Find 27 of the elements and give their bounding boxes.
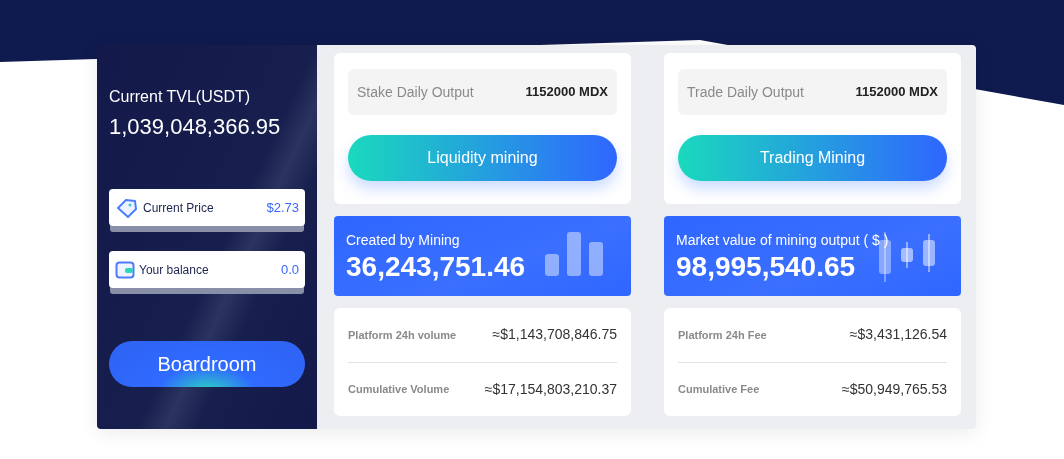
tag-icon: [115, 196, 139, 219]
output-label: Trade Daily Output: [687, 82, 804, 102]
metric-value: ≈$17,154,803,210.37: [484, 379, 617, 399]
metric-value: ≈$3,431,126.54: [849, 325, 947, 345]
stat-value: $2.73: [266, 198, 299, 217]
mining-label: Market value of mining output ( $ ): [676, 231, 889, 249]
output-value: 1152000 MDX: [525, 83, 608, 102]
mining-label: Created by Mining: [346, 231, 460, 249]
metric-label: Platform 24h volume: [348, 327, 457, 343]
metric-label: Cumulative Volume: [348, 382, 450, 397]
output-value: 1152000 MDX: [855, 83, 938, 102]
stat-label: Your balance: [139, 261, 210, 279]
wallet-icon: [115, 259, 135, 280]
mining-value: 98,995,540.65: [676, 250, 856, 284]
mining-button[interactable]: Trading Mining: [678, 135, 947, 181]
tvl-label: Current TVL(USDT): [109, 87, 252, 107]
mining-button[interactable]: Liquidity mining: [348, 135, 617, 181]
stat-label: Current Price: [143, 199, 215, 217]
output-label: Stake Daily Output: [357, 82, 474, 102]
boardroom-button[interactable]: Boardroom: [109, 341, 305, 387]
mining-value: 36,243,751.46: [346, 250, 526, 284]
metric-value: ≈$50,949,765.53: [842, 379, 947, 399]
stat-value: 0.0: [280, 260, 299, 279]
metric-label: Platform 24h Fee: [678, 327, 767, 343]
metric-label: Cumulative Fee: [678, 382, 760, 397]
tvl-value: 1,039,048,366.95: [109, 113, 282, 141]
metric-value: ≈$1,143,708,846.75: [492, 325, 617, 345]
